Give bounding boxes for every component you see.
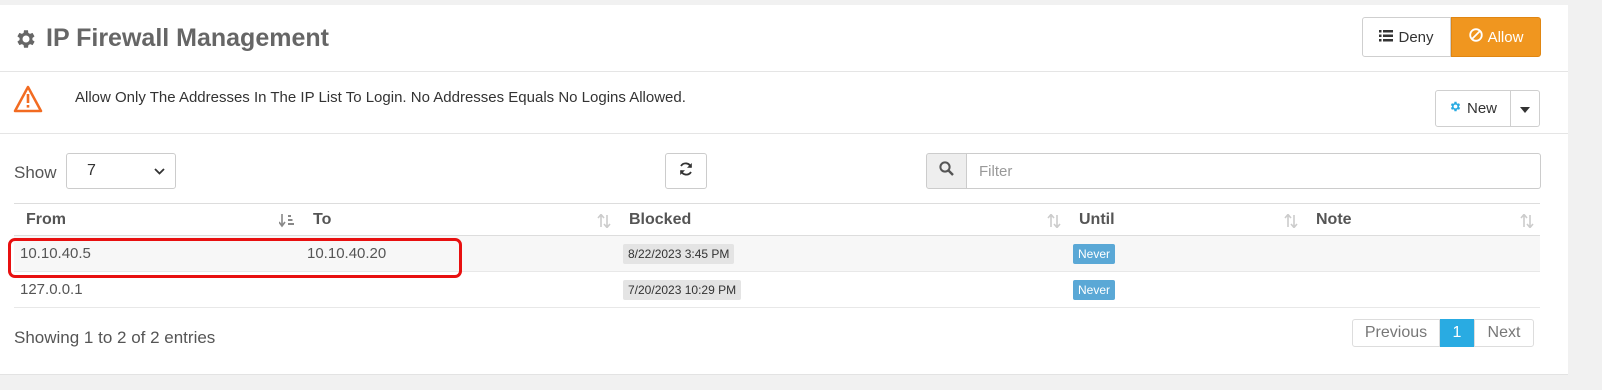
ban-icon [1468,28,1483,46]
cell-until: Never [1067,271,1304,308]
sort-icon [1284,213,1298,233]
until-badge: Never [1073,243,1116,264]
new-button[interactable]: New [1435,90,1511,127]
cell-note [1304,235,1540,272]
new-button-group: New [1435,90,1540,127]
new-button-label: New [1466,100,1497,117]
column-header-label: To [313,210,332,228]
table-row[interactable]: 10.10.40.5 10.10.40.20 8/22/2023 3:45 PM… [14,235,1540,272]
panel-header: IP Firewall Management Deny Allow [0,5,1568,72]
show-label: Show [14,163,57,182]
deny-button-label: Deny [1398,28,1434,46]
search-icon-addon [926,153,967,189]
deny-button[interactable]: Deny [1362,17,1451,57]
new-dropdown-toggle[interactable] [1511,90,1540,127]
cell-from: 127.0.0.1 [14,271,301,308]
page-1-button[interactable]: 1 [1440,319,1474,347]
search-icon [939,161,954,181]
until-badge: Never [1073,279,1116,300]
cell-to [301,271,617,308]
refresh-icon [678,161,694,182]
mode-toggle: Deny Allow [1362,17,1541,57]
blocked-date-badge: 7/20/2023 10:29 PM [623,279,742,300]
pagination: Previous 1 Next [1352,319,1534,347]
allow-button-label: Allow [1487,28,1524,46]
alert-row: Allow Only The Addresses In The IP List … [0,72,1568,134]
filter-group [926,153,1541,189]
column-header-label: Note [1316,210,1352,228]
blocked-date-badge: 8/22/2023 3:45 PM [623,243,735,264]
cell-blocked: 8/22/2023 3:45 PM [617,235,1067,272]
column-header-blocked[interactable]: Blocked [617,203,1067,236]
column-header-from[interactable]: From [14,203,301,236]
page-size-select[interactable]: 7 [66,153,176,189]
cell-until: Never [1067,235,1304,272]
firewall-panel: IP Firewall Management Deny Allow Allow … [0,5,1568,375]
sort-ascending-icon [278,214,295,233]
allow-button[interactable]: Allow [1451,17,1541,57]
table-info: Showing 1 to 2 of 2 entries [14,328,216,347]
column-header-label: Until [1079,210,1115,228]
caret-down-icon [1520,100,1530,117]
alert-message: Allow Only The Addresses In The IP List … [75,89,686,106]
cell-to: 10.10.40.20 [301,235,617,272]
ip-table: From To Blocked Until Note 10.10.40.5 10… [14,203,1540,308]
page-title-text: IP Firewall Management [46,24,329,52]
list-icon [1379,29,1394,46]
previous-page-button[interactable]: Previous [1352,319,1440,347]
sort-icon [1520,213,1534,233]
gear-icon [14,27,38,51]
table-row[interactable]: 127.0.0.1 7/20/2023 10:29 PM Never [14,271,1540,308]
column-header-to[interactable]: To [301,203,617,236]
sort-icon [1047,213,1061,233]
column-header-note[interactable]: Note [1304,203,1540,236]
refresh-button[interactable] [665,153,707,189]
next-page-button[interactable]: Next [1474,319,1534,347]
chevron-down-icon [154,162,165,180]
table-header-row: From To Blocked Until Note [14,203,1540,236]
column-header-label: From [26,210,66,228]
sort-icon [597,213,611,233]
cell-note [1304,271,1540,308]
cell-blocked: 7/20/2023 10:29 PM [617,271,1067,308]
page-title: IP Firewall Management [14,24,329,53]
warning-triangle-icon [13,85,43,118]
gear-icon [1449,100,1462,117]
column-header-label: Blocked [629,210,692,228]
page-size-value: 7 [87,162,96,179]
column-header-until[interactable]: Until [1067,203,1304,236]
cell-from: 10.10.40.5 [14,235,301,272]
filter-input[interactable] [967,153,1541,189]
